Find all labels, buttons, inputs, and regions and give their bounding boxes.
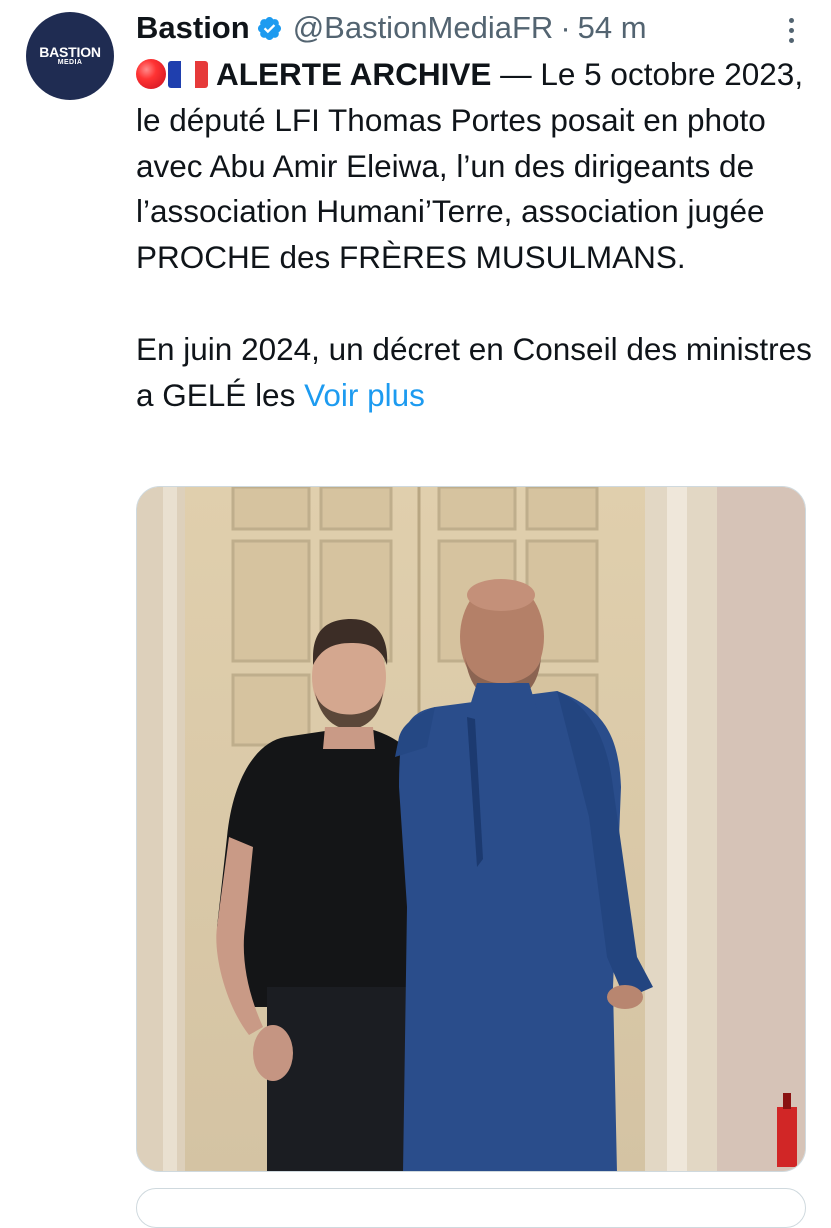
tweet-photo[interactable] (136, 486, 806, 1172)
more-options-icon[interactable] (776, 12, 806, 48)
tweet-paragraph-1: ALERTE ARCHIVE — Le 5 octobre 2023, le d… (136, 52, 816, 281)
avatar[interactable]: BASTION MEDIA (26, 12, 114, 100)
tweet-paragraph-2: En juin 2024, un décret en Conseil des m… (136, 327, 816, 419)
display-name[interactable]: Bastion (136, 10, 250, 46)
link-card-edge (136, 1188, 806, 1228)
tweet-headline: ALERTE ARCHIVE (216, 56, 492, 92)
avatar-logo-text: BASTION (39, 44, 101, 60)
separator-dot: · (560, 10, 571, 45)
avatar-logo-subtext: MEDIA (57, 59, 83, 66)
tweet-body-2: En juin 2024, un décret en Conseil des m… (136, 330, 812, 413)
tweet-header: Bastion @BastionMediaFR · 54 m (136, 6, 647, 50)
timestamp[interactable]: 54 m (578, 10, 647, 46)
account-handle[interactable]: @BastionMediaFR (293, 10, 554, 46)
tweet-text: ALERTE ARCHIVE — Le 5 octobre 2023, le d… (136, 52, 816, 418)
red-circle-emoji (136, 59, 166, 89)
show-more-link[interactable]: Voir plus (304, 377, 425, 413)
photo-illustration (137, 487, 805, 1171)
verified-badge-icon (257, 16, 281, 40)
france-flag-emoji (168, 61, 208, 88)
